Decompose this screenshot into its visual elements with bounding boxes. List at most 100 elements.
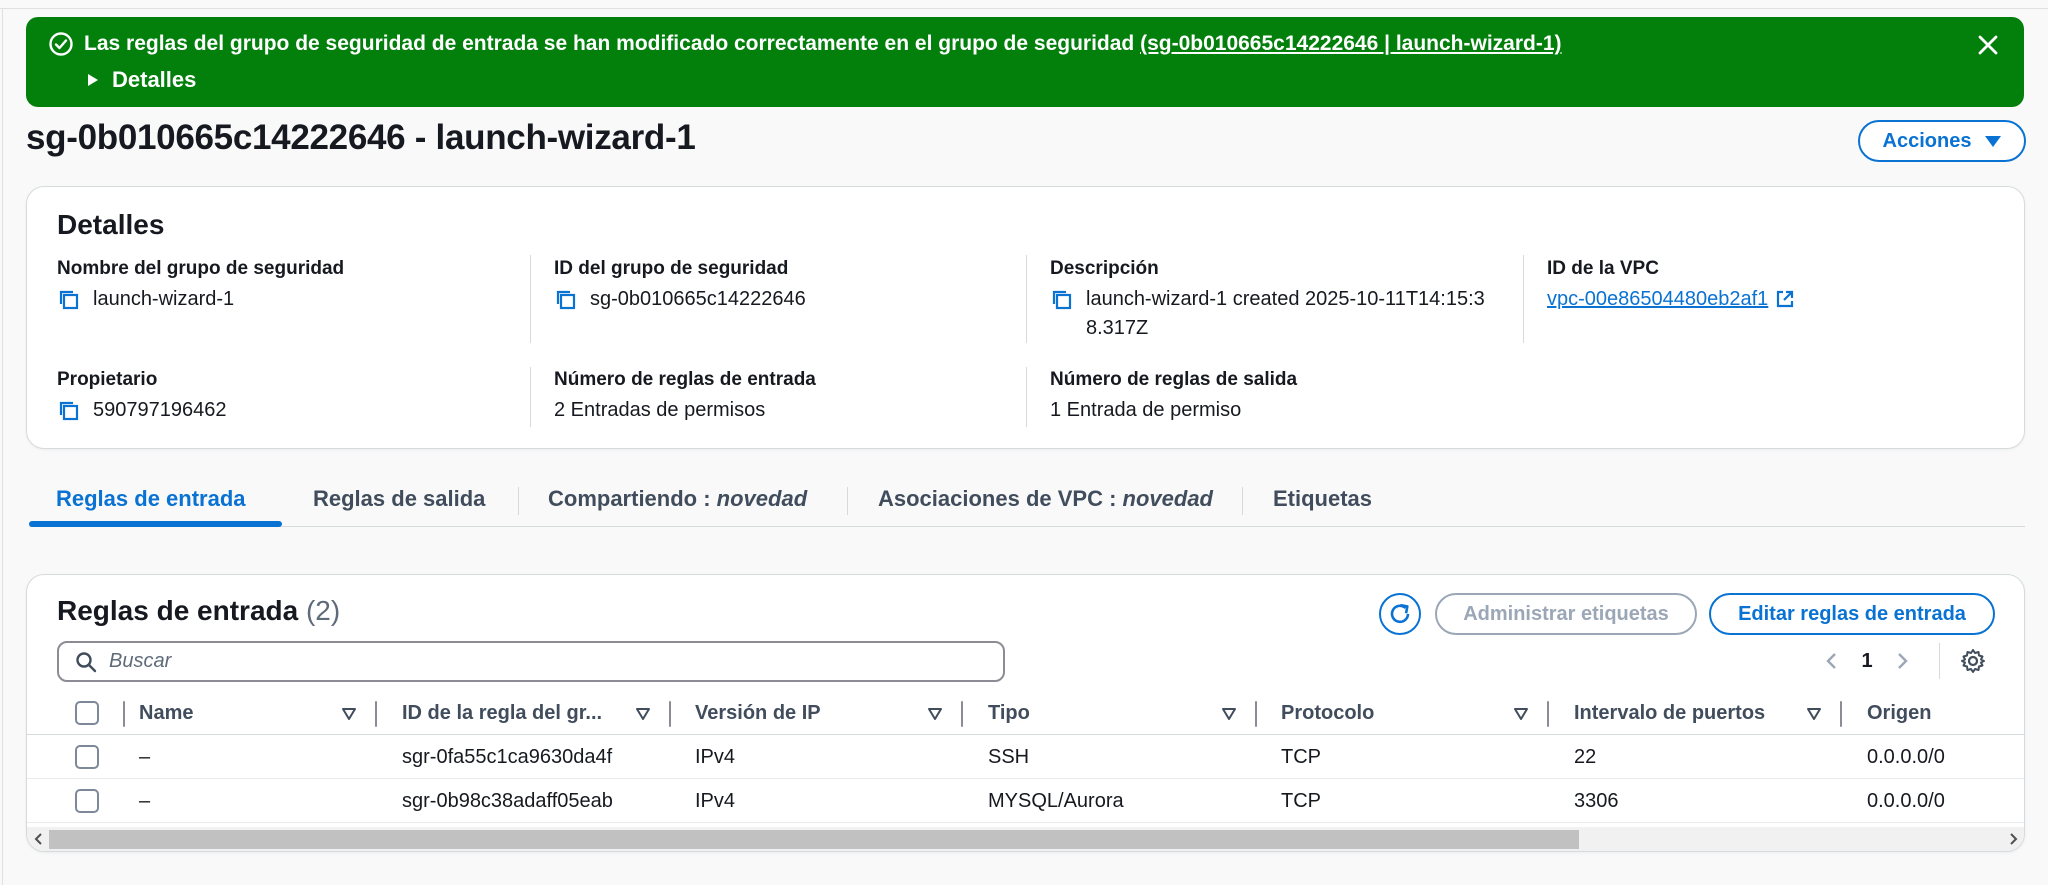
column-divider (123, 701, 125, 727)
column-divider (375, 701, 377, 727)
select-all-checkbox[interactable] (75, 701, 99, 725)
close-icon[interactable] (1974, 31, 2002, 59)
tab-new-badge: novedad (716, 486, 808, 511)
vpc-id-label: ID de la VPC (1547, 258, 1659, 279)
tab-outbound-rules[interactable]: Reglas de salida (313, 478, 485, 526)
flash-sg-link[interactable]: (sg-0b010665c14222646 | launch-wizard-1) (1140, 32, 1561, 55)
sort-down-icon[interactable] (341, 707, 357, 721)
tab-bar: Reglas de entrada Reglas de salida Compa… (29, 478, 2025, 527)
sort-down-icon[interactable] (1806, 707, 1822, 721)
cell-port-range: 3306 (1574, 789, 1619, 812)
table-row[interactable]: – sgr-0b98c38adaff05eab IPv4 MYSQL/Auror… (27, 779, 2024, 823)
pager-divider (1939, 643, 1940, 679)
tab-label: Compartiendo : (548, 486, 717, 511)
external-link-icon[interactable] (1774, 288, 1796, 310)
search-field[interactable] (57, 641, 1005, 682)
left-divider (2, 8, 3, 885)
copy-icon[interactable] (57, 399, 81, 423)
table-row[interactable]: – sgr-0fa55c1ca9630da4f IPv4 SSH TCP 22 … (27, 735, 2024, 779)
next-page-button[interactable] (1887, 646, 1917, 676)
tab-divider (1242, 487, 1243, 515)
details-heading: Detalles (57, 209, 165, 240)
tab-sharing[interactable]: Compartiendo : novedad (548, 478, 807, 526)
scroll-right-icon[interactable] (2005, 831, 2021, 847)
cell-rule-id: sgr-0fa55c1ca9630da4f (402, 745, 613, 768)
tab-label: Etiquetas (1273, 486, 1373, 511)
description-field: Descripción launch-wizard-1 created 2025… (1050, 257, 1490, 343)
copy-icon[interactable] (57, 288, 81, 312)
rules-title: Reglas de entrada (2) (57, 595, 340, 627)
sg-name-field: Nombre del grupo de seguridad launch-wiz… (57, 257, 537, 314)
cell-name: – (139, 745, 151, 768)
sort-down-icon[interactable] (635, 707, 651, 721)
search-input[interactable] (109, 650, 989, 673)
previous-page-button[interactable] (1817, 646, 1847, 676)
sg-id-value: sg-0b010665c14222646 (590, 288, 806, 310)
check-circle-icon (49, 32, 73, 56)
sg-name-value: launch-wizard-1 (93, 288, 235, 310)
column-divider (1840, 701, 1842, 727)
flash-details-label: Detalles (112, 67, 197, 92)
outbound-count-label: Número de reglas de salida (1050, 369, 1298, 390)
tab-label: Reglas de entrada (56, 486, 246, 511)
inbound-count-value: 2 Entradas de permisos (554, 399, 766, 421)
copy-icon[interactable] (554, 288, 578, 312)
flash-details-toggle[interactable]: Detalles (88, 67, 196, 93)
tab-inbound-rules[interactable]: Reglas de entrada (56, 478, 246, 526)
tab-vpc-associations[interactable]: Asociaciones de VPC : novedad (878, 478, 1213, 526)
vpc-id-link[interactable]: vpc-00e86504480eb2af1 (1547, 285, 1768, 314)
search-icon (76, 651, 97, 672)
column-header-port-range[interactable]: Intervalo de puertos (1574, 691, 1765, 735)
details-card: Detalles Nombre del grupo de seguridad l… (26, 186, 2025, 449)
owner-label: Propietario (57, 369, 158, 390)
refresh-button[interactable] (1379, 593, 1421, 635)
scroll-left-icon[interactable] (31, 831, 47, 847)
column-header-type[interactable]: Tipo (988, 691, 1030, 735)
scrollbar-thumb[interactable] (49, 830, 1579, 849)
column-divider (1026, 367, 1027, 427)
inbound-count-label: Número de reglas de entrada (554, 369, 816, 390)
column-divider (1547, 701, 1549, 727)
sort-down-icon[interactable] (1221, 707, 1237, 721)
column-divider (669, 701, 671, 727)
inbound-rules-card: Reglas de entrada (2) Administrar etique… (26, 574, 2025, 852)
column-header-name[interactable]: Name (139, 691, 193, 735)
tab-label: Asociaciones de VPC : (878, 486, 1123, 511)
flash-message-text: Las reglas del grupo de seguridad de ent… (84, 32, 1141, 55)
current-page[interactable]: 1 (1847, 650, 1887, 673)
actions-button[interactable]: Acciones (1858, 120, 2026, 162)
rules-title-text: Reglas de entrada (57, 595, 299, 626)
manage-tags-button[interactable]: Administrar etiquetas (1435, 593, 1697, 635)
sort-down-icon[interactable] (1513, 707, 1529, 721)
row-checkbox[interactable] (75, 745, 99, 769)
description-label: Descripción (1050, 258, 1159, 279)
column-header-ip-version[interactable]: Versión de IP (695, 691, 821, 735)
caret-down-icon (1985, 135, 2002, 147)
outbound-count-value: 1 Entrada de permiso (1050, 399, 1242, 421)
column-header-protocol[interactable]: Protocolo (1281, 691, 1374, 735)
sg-name-label: Nombre del grupo de seguridad (57, 258, 345, 279)
column-header-source[interactable]: Origen (1867, 691, 1931, 735)
flash-message: Las reglas del grupo de seguridad de ent… (84, 31, 1562, 57)
column-header-rule-id[interactable]: ID de la regla del gr... (402, 691, 602, 735)
cell-rule-id: sgr-0b98c38adaff05eab (402, 789, 613, 812)
cell-type: MYSQL/Aurora (988, 789, 1124, 812)
owner-value: 590797196462 (93, 399, 227, 421)
cell-protocol: TCP (1281, 745, 1321, 768)
horizontal-scrollbar[interactable] (27, 827, 2024, 851)
sort-down-icon[interactable] (927, 707, 943, 721)
tab-tags[interactable]: Etiquetas (1273, 478, 1372, 526)
edit-inbound-rules-button[interactable]: Editar reglas de entrada (1709, 593, 1995, 635)
sg-id-label: ID del grupo de seguridad (554, 258, 789, 279)
row-checkbox[interactable] (75, 789, 99, 813)
column-divider (530, 255, 531, 343)
inbound-count-field: Número de reglas de entrada 2 Entradas d… (554, 368, 1034, 425)
chevron-left-icon (1826, 653, 1836, 669)
tab-divider (518, 487, 519, 515)
copy-icon[interactable] (1050, 288, 1074, 312)
gear-icon[interactable] (1959, 647, 1987, 675)
table-header: Name ID de la regla del gr... Versión de… (27, 691, 2024, 735)
cell-protocol: TCP (1281, 789, 1321, 812)
owner-field: Propietario 590797196462 (57, 368, 537, 425)
page-title: sg-0b010665c14222646 - launch-wizard-1 (26, 118, 696, 157)
